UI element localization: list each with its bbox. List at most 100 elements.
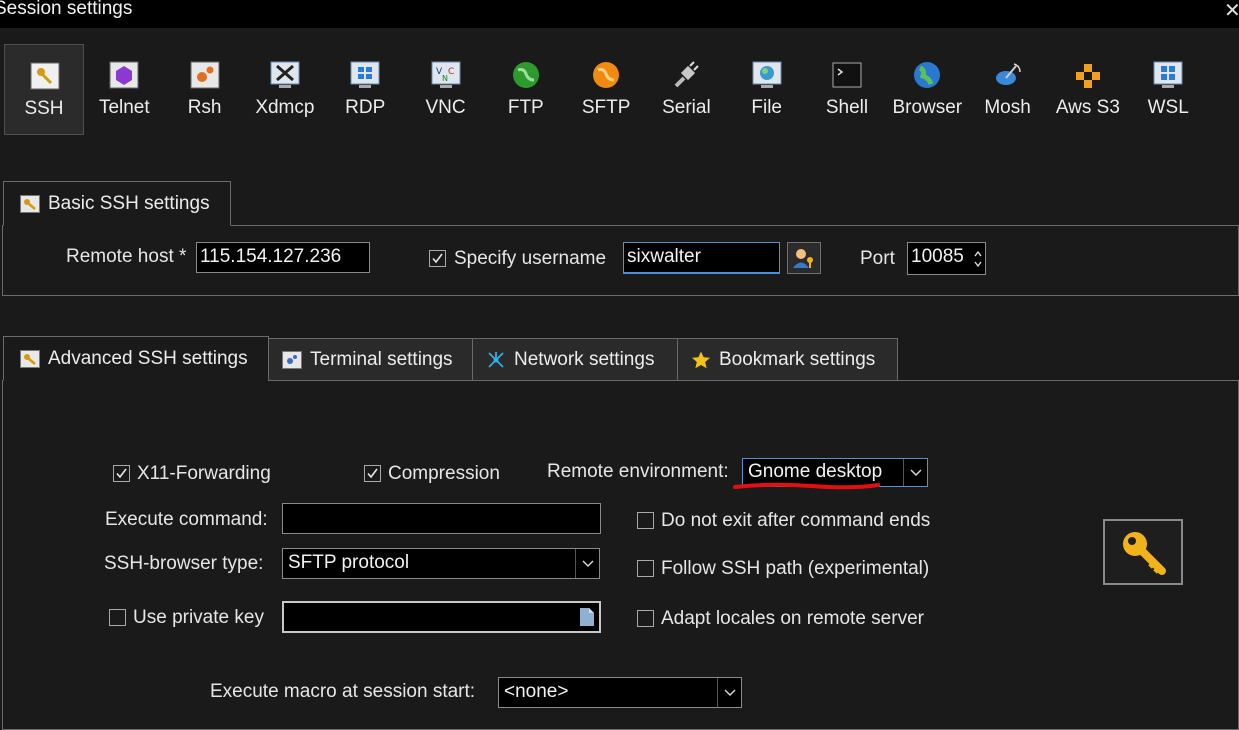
no-exit-label: Do not exit after command ends (661, 510, 931, 531)
tab-label: Bookmark settings (719, 348, 876, 370)
specify-username-checkbox[interactable] (429, 250, 446, 267)
session-type-telnet[interactable]: Telnet (84, 44, 164, 135)
x11-forwarding-label: X11-Forwarding (137, 463, 271, 484)
session-type-label: Rsh (187, 97, 222, 118)
file-monitor-icon (751, 60, 783, 90)
session-type-serial[interactable]: Serial (646, 44, 726, 135)
execute-macro-value: <none> (504, 681, 569, 702)
aws-s3-icon (1072, 60, 1104, 90)
session-type-label: Shell (825, 97, 869, 118)
port-value: 10085 (911, 246, 964, 267)
session-type-label: RDP (345, 97, 386, 118)
session-type-label: FTP (507, 97, 544, 118)
chevron-down-icon[interactable] (575, 549, 599, 578)
session-type-label: File (751, 97, 782, 118)
remote-environment-label: Remote environment: (547, 461, 729, 482)
key-icon (20, 194, 40, 213)
private-key-input[interactable] (282, 601, 601, 633)
red-underline-annotation (733, 482, 880, 490)
shell-icon (831, 60, 863, 90)
network-icon (486, 351, 506, 369)
follow-ssh-path-checkbox[interactable] (637, 560, 654, 577)
session-type-label: Aws S3 (1055, 97, 1120, 118)
close-icon[interactable]: ✕ (1224, 0, 1239, 23)
key-icon (29, 61, 61, 91)
port-spinbox[interactable]: 10085 (907, 242, 986, 275)
rdp-icon (349, 60, 381, 90)
execute-macro-label: Execute macro at session start: (210, 681, 476, 702)
sftp-globe-icon (590, 60, 622, 90)
tab-network-settings[interactable]: Network settings (472, 338, 678, 381)
session-type-label: VNC (425, 97, 466, 118)
ssh-browser-type-label: SSH-browser type: (104, 553, 264, 574)
follow-ssh-path-label: Follow SSH path (experimental) (661, 558, 930, 579)
compression-checkbox[interactable] (364, 465, 381, 482)
session-type-label: Xdmcp (255, 97, 315, 118)
session-type-label: Browser (892, 97, 963, 118)
user-manager-button[interactable] (787, 242, 821, 274)
session-type-label: SFTP (581, 97, 631, 118)
session-type-label: Serial (662, 97, 711, 118)
specify-username-label: Specify username (454, 248, 607, 269)
basic-settings-frame (2, 225, 1239, 296)
key-icon (20, 349, 40, 368)
session-type-rsh[interactable]: Rsh (165, 44, 245, 135)
terminal-icon (282, 350, 302, 369)
session-type-xdmcp[interactable]: Xdmcp (245, 44, 325, 135)
session-type-label: WSL (1147, 97, 1189, 118)
svg-text:C: C (448, 67, 454, 77)
tab-label: Basic SSH settings (48, 192, 210, 214)
star-icon (691, 351, 711, 369)
ssh-browser-type-dropdown[interactable]: SFTP protocol (282, 548, 600, 579)
tab-bookmark-settings[interactable]: Bookmark settings (677, 338, 898, 381)
username-input[interactable]: sixwalter (623, 242, 780, 274)
session-type-browser[interactable]: Browser (887, 44, 967, 135)
session-type-sftp[interactable]: SFTP (566, 44, 646, 135)
session-type-wsl[interactable]: WSL (1128, 44, 1208, 135)
spin-arrows-icon[interactable] (974, 250, 982, 268)
remote-host-label: Remote host * (66, 246, 187, 267)
execute-command-label: Execute command: (105, 509, 268, 530)
xdmcp-icon (269, 60, 301, 90)
adapt-locales-checkbox[interactable] (637, 610, 654, 627)
use-private-key-label: Use private key (133, 607, 264, 628)
x11-forwarding-checkbox[interactable] (113, 465, 130, 482)
session-type-aws-s3[interactable]: Aws S3 (1048, 44, 1128, 135)
ssh-key-settings-button[interactable] (1103, 519, 1183, 585)
file-browse-icon[interactable] (579, 607, 595, 627)
chevron-down-icon[interactable] (903, 459, 927, 486)
user-key-icon (793, 249, 813, 268)
tab-label: Advanced SSH settings (48, 347, 248, 369)
adapt-locales-label: Adapt locales on remote server (661, 608, 924, 629)
remote-host-input[interactable]: 115.154.127.236 (196, 242, 370, 273)
session-type-ftp[interactable]: FTP (486, 44, 566, 135)
session-type-file[interactable]: File (727, 44, 807, 135)
session-type-rdp[interactable]: RDP (325, 44, 405, 135)
session-type-vnc[interactable]: V C N VNC (406, 44, 486, 135)
execute-macro-dropdown[interactable]: <none> (498, 677, 742, 708)
tab-basic-ssh-settings[interactable]: Basic SSH settings (3, 181, 231, 226)
use-private-key-checkbox[interactable] (109, 609, 126, 626)
key-icon (1123, 532, 1166, 575)
tab-advanced-ssh-settings[interactable]: Advanced SSH settings (3, 336, 269, 381)
title-bar (0, 0, 1239, 28)
telnet-icon (108, 60, 140, 90)
no-exit-checkbox[interactable] (637, 512, 654, 529)
tab-terminal-settings[interactable]: Terminal settings (268, 338, 473, 381)
session-type-label: Mosh (984, 97, 1031, 118)
tab-label: Terminal settings (310, 348, 453, 370)
chevron-down-icon[interactable] (717, 678, 741, 707)
session-type-label: Telnet (98, 97, 150, 118)
port-label: Port (860, 248, 895, 269)
ftp-globe-icon (510, 60, 542, 90)
browser-globe-icon (911, 60, 943, 90)
ssh-browser-type-value: SFTP protocol (288, 552, 410, 573)
serial-plug-icon (670, 60, 702, 90)
session-type-ssh[interactable]: SSH (4, 44, 84, 135)
rsh-icon (189, 60, 221, 90)
session-type-shell[interactable]: Shell (807, 44, 887, 135)
session-type-mosh[interactable]: Mosh (968, 44, 1048, 135)
window-title: Session settings (0, 0, 133, 19)
svg-text:N: N (442, 74, 448, 83)
execute-command-input[interactable] (282, 503, 601, 534)
